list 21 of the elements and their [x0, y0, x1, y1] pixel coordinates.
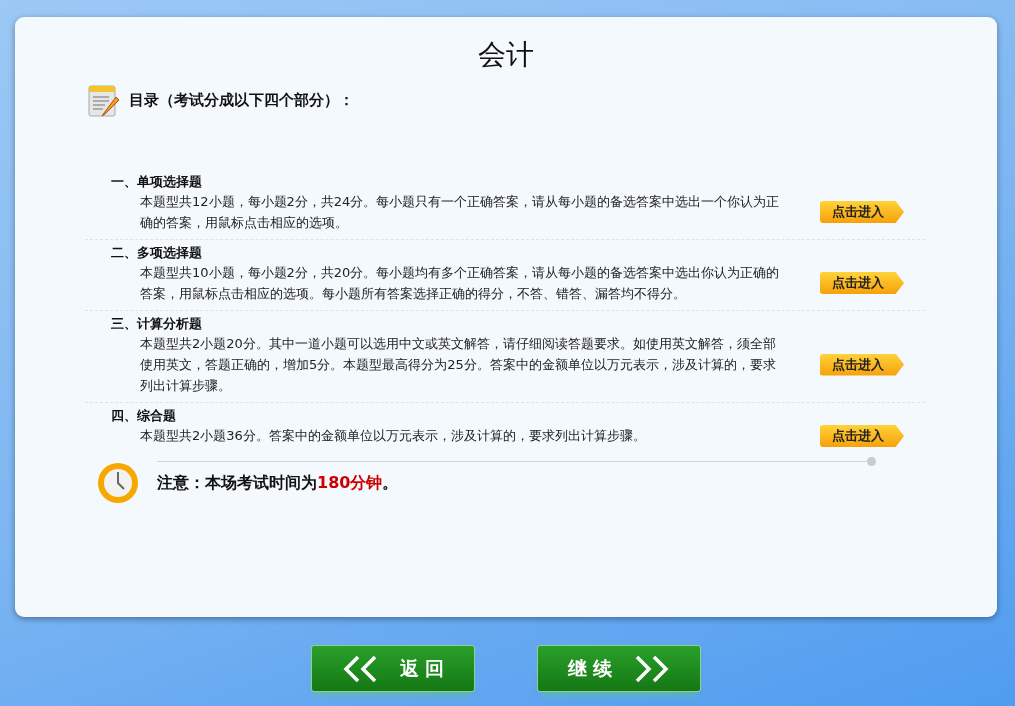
double-chevron-right-icon — [634, 654, 671, 683]
enter-button[interactable]: 点击进入 — [820, 272, 904, 294]
section-title: 一、单项选择题 — [111, 173, 203, 191]
section-title: 三、计算分析题 — [111, 315, 203, 333]
enter-button[interactable]: 点击进入 — [820, 201, 904, 223]
section-description: 本题型共2小题36分。答案中的金额单位以万元表示，涉及计算的，要求列出计算步骤。 — [139, 427, 647, 445]
section-description: 本题型共10小题，每小题2分，共20分。每小题均有多个正确答案，请从每小题的备选答案中选出你认为正确的答案，用鼠标点击相应的选项。每小题所有答案选择正确的得分，不答、错答、漏答均不得分。 — [139, 264, 781, 303]
back-button[interactable]: 返 回 — [311, 645, 475, 692]
enter-button[interactable]: 点击进入 — [820, 353, 904, 376]
continue-button[interactable]: 继 续 — [537, 645, 701, 692]
notepad-pencil-icon — [88, 83, 120, 117]
exam-time-notice: 注意：本场考试时间为180分钟。 — [157, 472, 400, 494]
toc-heading: 目录（考试分成以下四个部分）： — [129, 90, 354, 110]
double-chevron-left-icon — [341, 654, 378, 683]
section-description: 本题型共12小题，每小题2分，共24分。每小题只有一个正确答案，请从每小题的备选答案中选出一个你认为正确的答案，用鼠标点击相应的选项。 — [139, 193, 781, 232]
section-title: 二、多项选择题 — [111, 244, 203, 262]
enter-button[interactable]: 点击进入 — [820, 425, 904, 447]
section-title: 四、综合题 — [111, 407, 177, 425]
page-title: 会计 — [477, 37, 535, 73]
section-description: 本题型共2小题20分。其中一道小题可以选用中文或英文解答，请仔细阅读答题要求。如使用英文解答，须全部使用英文，答题正确的，增加5分。本题型最高得分为25分。答案中的金额单位以万元表示，涉及计算的，要求列出计算步骤。 — [139, 335, 777, 395]
clock-icon — [97, 462, 139, 504]
